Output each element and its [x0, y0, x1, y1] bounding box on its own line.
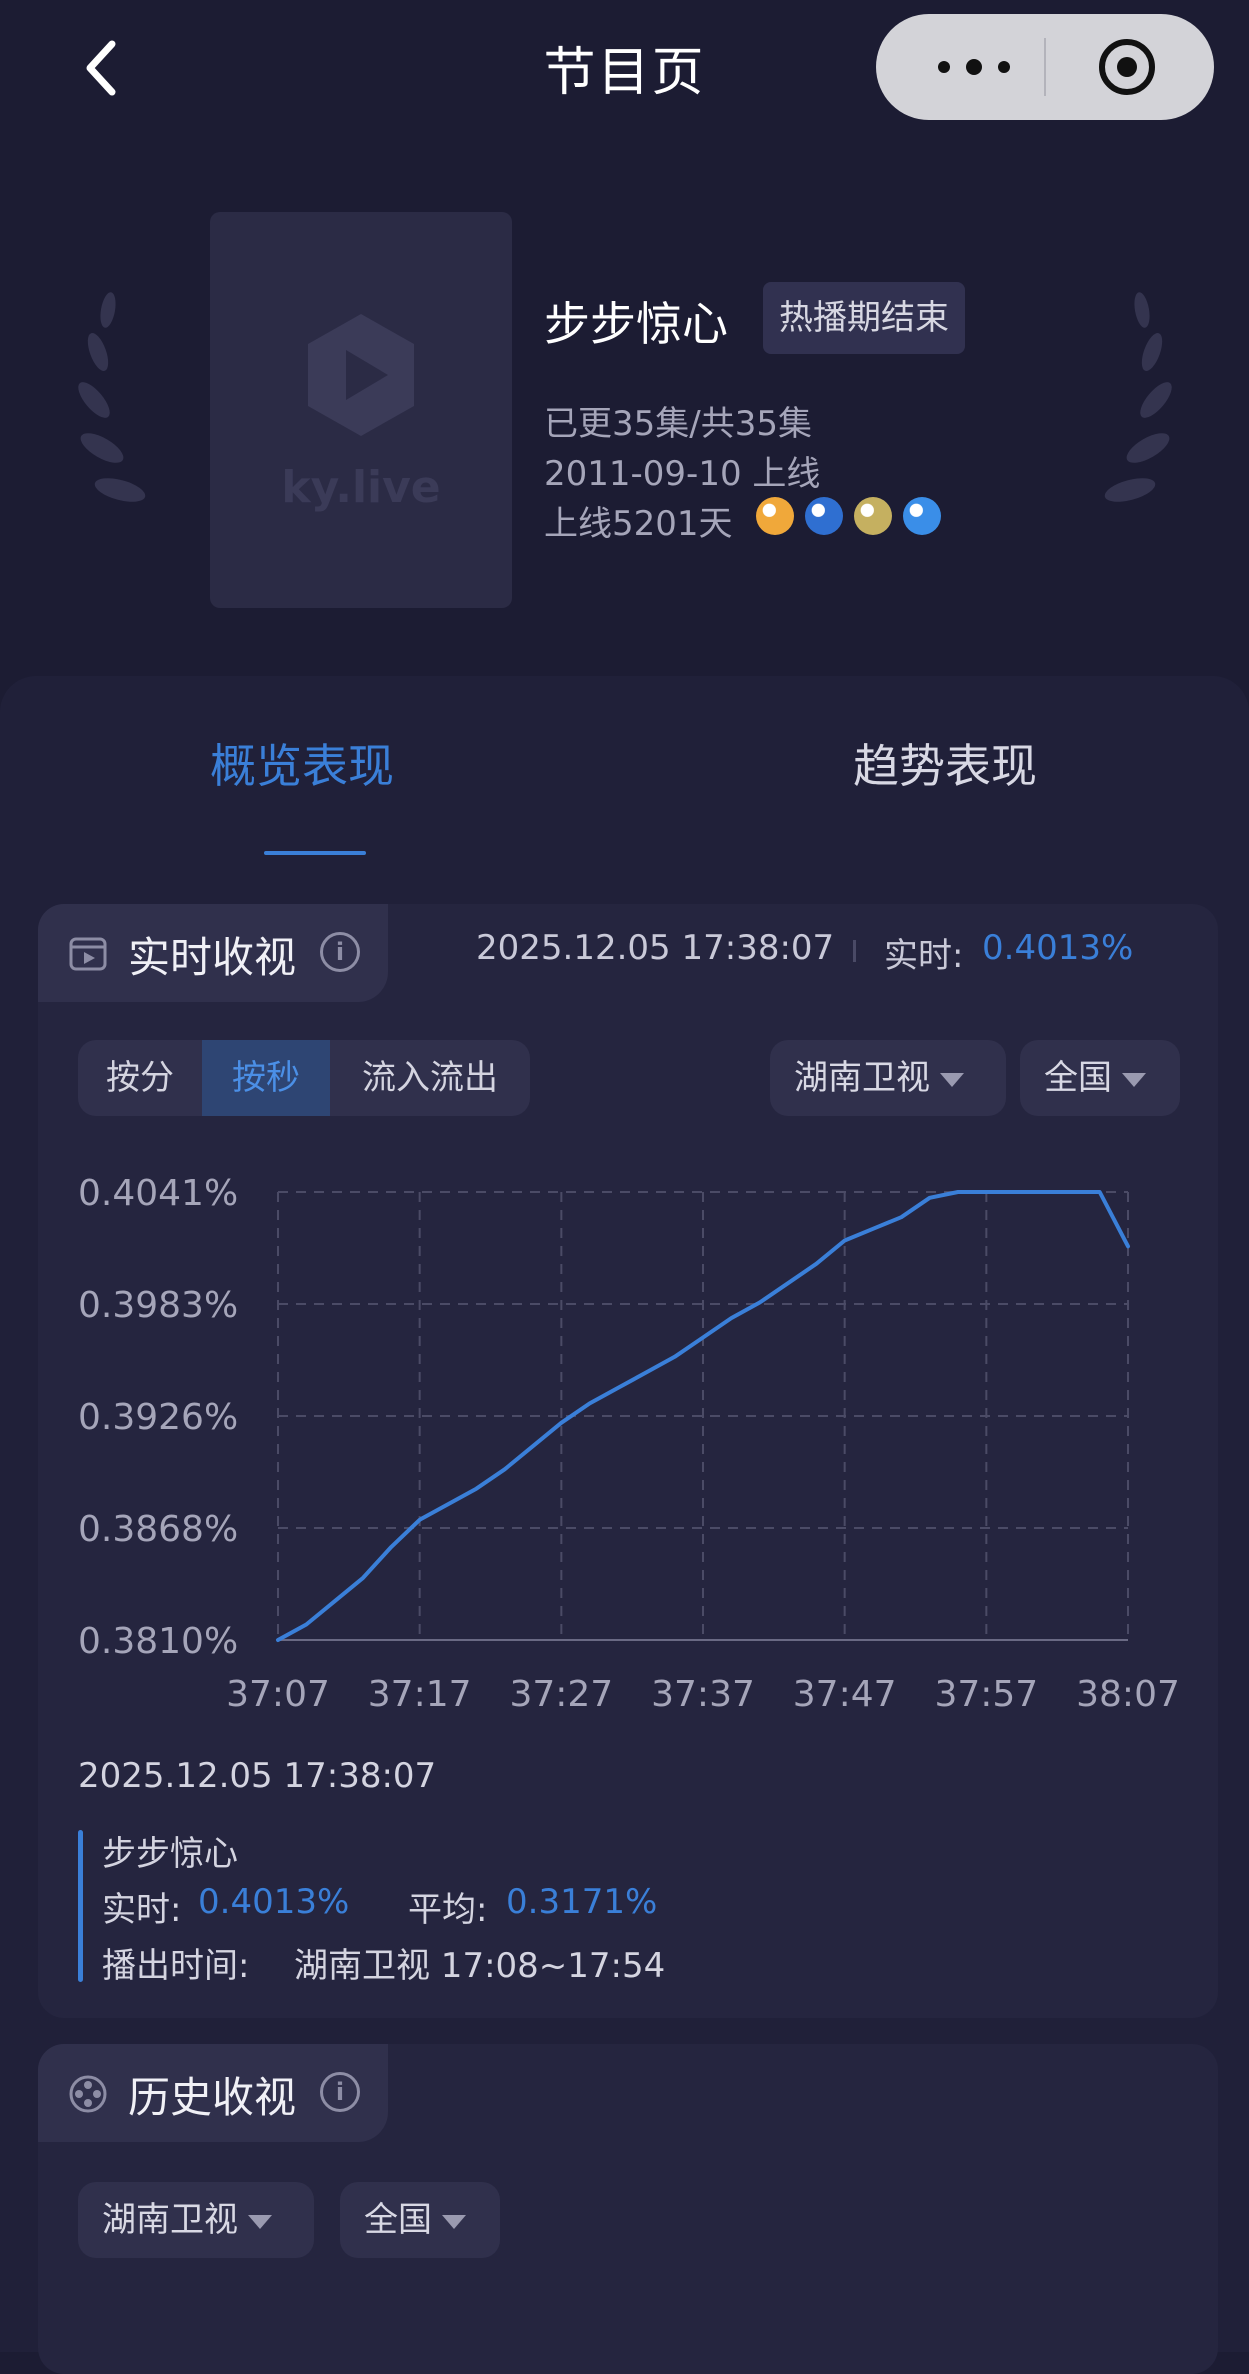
history-card-header: 历史收视 i — [38, 2044, 388, 2142]
history-title: 历史收视 — [128, 2073, 297, 2122]
y-tick-label: 0.3810% — [78, 1621, 238, 1662]
film-reel-icon — [69, 2075, 107, 2113]
x-tick-label: 37:37 — [651, 1674, 755, 1715]
y-tick-label: 0.3983% — [78, 1285, 238, 1326]
tooltip-airtime-label: 播出时间: — [102, 1946, 250, 1986]
tooltip-realtime-value: 0.4013% — [198, 1882, 350, 1922]
caret-down-icon — [442, 2214, 466, 2229]
tooltip-realtime-label: 实时: — [102, 1890, 182, 1930]
x-tick-label: 37:57 — [934, 1674, 1038, 1715]
x-tick-label: 37:27 — [509, 1674, 613, 1715]
y-tick-label: 0.3868% — [78, 1509, 238, 1550]
tooltip-time: 2025.12.05 17:38:07 — [78, 1756, 437, 1796]
history-channel-dropdown[interactable]: 湖南卫视 — [78, 2182, 314, 2258]
tooltip-avg-label: 平均: — [408, 1890, 488, 1930]
x-tick-label: 37:47 — [793, 1674, 897, 1715]
tooltip-avg-value: 0.3171% — [506, 1882, 658, 1922]
tooltip-series-bar — [78, 1830, 83, 1982]
x-tick-label: 37:17 — [368, 1674, 472, 1715]
history-region-label: 全国 — [364, 2200, 432, 2240]
history-channel-label: 湖南卫视 — [102, 2200, 238, 2240]
tooltip-airtime-value: 湖南卫视 17:08~17:54 — [294, 1946, 666, 1986]
x-tick-label: 37:07 — [226, 1674, 330, 1715]
history-region-dropdown[interactable]: 全国 — [340, 2182, 500, 2258]
tooltip-show-name: 步步惊心 — [102, 1834, 238, 1874]
x-tick-label: 38:07 — [1076, 1674, 1180, 1715]
y-tick-label: 0.3926% — [78, 1397, 238, 1438]
info-icon[interactable]: i — [320, 2072, 360, 2112]
caret-down-icon — [248, 2214, 272, 2229]
y-tick-label: 0.4041% — [78, 1173, 238, 1214]
realtime-line-chart: 0.4041% 0.3983% 0.3926% 0.3868% 0.3810% 37:07… — [78, 1173, 1180, 1715]
